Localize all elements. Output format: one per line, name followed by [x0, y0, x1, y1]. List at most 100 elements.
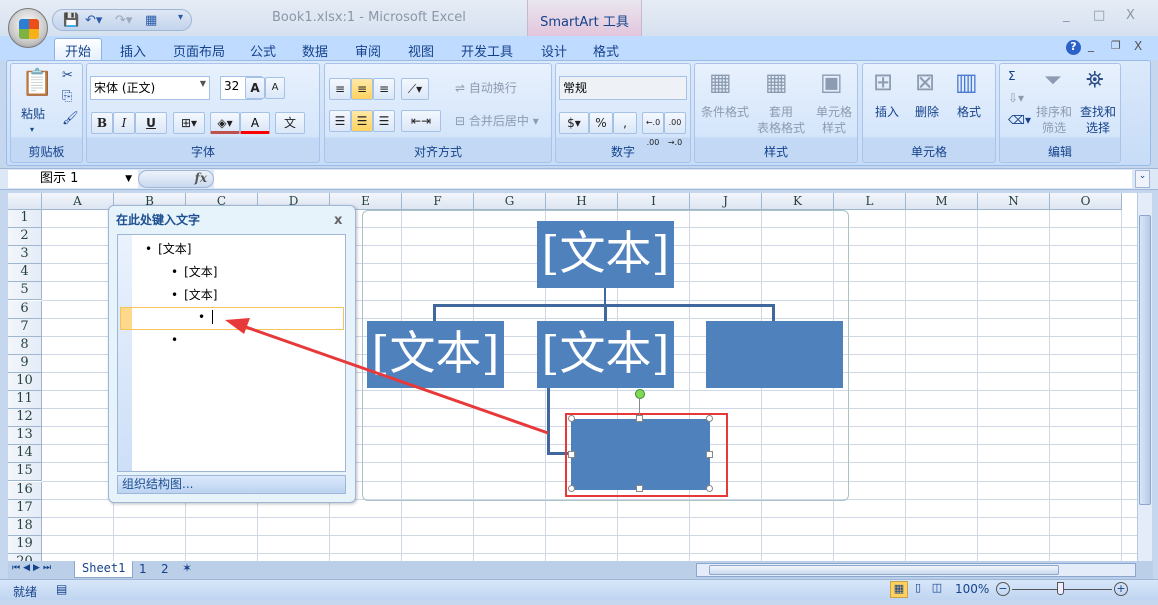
currency-button[interactable]: $▾ [559, 112, 589, 134]
text-pane-footer-link[interactable]: 组织结构图... [117, 475, 346, 494]
tab-page-layout[interactable]: 页面布局 [163, 39, 235, 62]
row-header[interactable]: 9 [8, 354, 42, 373]
expand-formula-bar-button[interactable]: ⌄ [1135, 170, 1150, 188]
row-header[interactable]: 11 [8, 391, 42, 410]
column-header[interactable]: I [618, 193, 690, 210]
sheet-tab-active[interactable]: Sheet1 [74, 561, 134, 578]
resize-handle[interactable] [568, 451, 575, 458]
text-pane-item-active[interactable] [198, 310, 217, 324]
text-pane-close-button[interactable]: x [334, 213, 342, 228]
column-header[interactable]: K [762, 193, 834, 210]
merge-center-button[interactable]: ⊟ 合并后居中 ▾ [455, 113, 539, 129]
row-header[interactable]: 1 [8, 210, 42, 229]
zoom-out-button[interactable]: − [996, 582, 1010, 596]
row-header[interactable]: 13 [8, 427, 42, 446]
wrap-text-button[interactable]: ⇌ 自动换行 [455, 80, 517, 96]
fill-color-button[interactable]: ◈▾ [210, 112, 240, 134]
resize-handle[interactable] [706, 451, 713, 458]
office-button[interactable] [8, 8, 48, 48]
insert-sheet-icon[interactable]: ✶ [182, 561, 192, 575]
tab-design[interactable]: 设计 [531, 39, 577, 62]
resize-handle[interactable] [706, 415, 713, 422]
macro-record-icon[interactable]: ▤ [56, 582, 67, 596]
ribbon-restore-icon[interactable]: ❐ [1111, 39, 1121, 52]
text-pane-editor[interactable]: [文本] [文本] [文本] [117, 234, 346, 472]
row-header[interactable]: 16 [8, 481, 42, 500]
text-pane-item[interactable]: [文本] [171, 286, 217, 303]
orientation-button[interactable]: ⟋▾ [401, 78, 429, 100]
resize-handle[interactable] [568, 415, 575, 422]
column-header[interactable]: H [546, 193, 618, 210]
sheet-nav-buttons[interactable]: ⏮◀▶⏭ [12, 563, 54, 573]
vertical-scrollbar[interactable] [1137, 193, 1152, 561]
cut-icon[interactable]: ✂ [62, 68, 73, 83]
percent-button[interactable]: % [589, 112, 613, 134]
fill-button[interactable]: ⇩▾ [1008, 90, 1024, 106]
resize-handle[interactable] [636, 415, 643, 422]
number-format-select[interactable]: 常规 [559, 76, 687, 100]
rotate-handle[interactable] [635, 389, 645, 399]
row-header[interactable]: 12 [8, 409, 42, 428]
insert-cells-button[interactable]: 插入 [869, 104, 905, 120]
column-header[interactable]: J [690, 193, 762, 210]
underline-button[interactable]: U [135, 112, 167, 134]
align-bottom-button[interactable]: ≡ [373, 78, 395, 100]
resize-handle[interactable] [636, 485, 643, 492]
tab-home[interactable]: 开始 [54, 38, 103, 61]
row-header[interactable]: 10 [8, 372, 42, 391]
row-header[interactable]: 5 [8, 282, 42, 301]
row-header[interactable]: 14 [8, 445, 42, 464]
smartart-child-shape[interactable]: [文本] [367, 321, 504, 388]
increase-decimal-button[interactable]: ←.0 .00 [642, 112, 664, 147]
bold-button[interactable]: B [91, 112, 113, 134]
font-color-button[interactable]: A [240, 112, 270, 134]
text-pane-item[interactable]: [文本] [145, 240, 191, 257]
align-left-button[interactable]: ☰ [329, 110, 351, 132]
undo-icon[interactable]: ↶▾ [85, 13, 102, 28]
conditional-format-button[interactable]: 条件格式 [699, 104, 751, 120]
sheet-tab[interactable]: 2 [156, 562, 174, 576]
row-header[interactable]: 2 [8, 228, 42, 247]
smartart-top-shape[interactable]: [文本] [537, 221, 674, 288]
text-pane-item[interactable]: [文本] [171, 263, 217, 280]
horizontal-scrollbar[interactable] [696, 563, 1136, 577]
align-top-button[interactable]: ≡ [329, 78, 351, 100]
cell-styles-button[interactable]: 单元格 样式 [811, 104, 857, 136]
column-header[interactable]: G [474, 193, 546, 210]
smartart-frame[interactable]: [文本] [文本] [文本] [362, 210, 849, 501]
tab-developer[interactable]: 开发工具 [451, 39, 523, 62]
tab-review[interactable]: 审阅 [345, 39, 391, 62]
normal-view-button[interactable]: ▦ [890, 581, 908, 598]
sort-filter-button[interactable]: 排序和 筛选 [1034, 104, 1074, 136]
clear-button[interactable]: ⌫▾ [1008, 112, 1031, 128]
page-break-view-button[interactable]: ◫ [928, 581, 946, 598]
row-header[interactable]: 3 [8, 246, 42, 265]
delete-cells-button[interactable]: 删除 [909, 104, 945, 120]
align-middle-button[interactable]: ≡ [351, 78, 373, 100]
help-icon[interactable]: ? [1066, 40, 1081, 55]
row-header[interactable]: 18 [8, 517, 42, 536]
format-as-table-button[interactable]: 套用 表格格式 [751, 104, 811, 136]
row-header[interactable]: 4 [8, 264, 42, 283]
phonetic-button[interactable]: 文 [275, 112, 305, 134]
autosum-button[interactable]: Σ [1008, 68, 1016, 84]
row-header[interactable]: 15 [8, 463, 42, 482]
column-header[interactable]: A [42, 193, 114, 210]
save-icon[interactable]: 💾 [63, 13, 79, 28]
column-header[interactable]: F [402, 193, 474, 210]
paste-button[interactable]: 粘贴 [21, 106, 45, 122]
smartart-child-shape[interactable]: [文本] [537, 321, 674, 388]
row-header[interactable]: 7 [8, 318, 42, 337]
ribbon-minimize-icon[interactable]: _ [1088, 38, 1094, 52]
name-box[interactable]: 图示 1 ▼ [8, 170, 138, 188]
tab-formulas[interactable]: 公式 [240, 39, 286, 62]
zoom-level[interactable]: 100% [955, 582, 989, 596]
row-header[interactable]: 6 [8, 300, 42, 319]
zoom-in-button[interactable]: + [1114, 582, 1128, 596]
scroll-thumb[interactable] [709, 565, 1059, 575]
sheet-tab[interactable]: 1 [134, 562, 152, 576]
font-name-select[interactable]: 宋体 (正文) ▼ [90, 76, 210, 100]
insert-function-button[interactable]: fx [138, 170, 214, 188]
paste-dropdown-icon[interactable]: ▾ [30, 122, 34, 138]
format-painter-icon[interactable]: 🖌 [62, 111, 79, 126]
